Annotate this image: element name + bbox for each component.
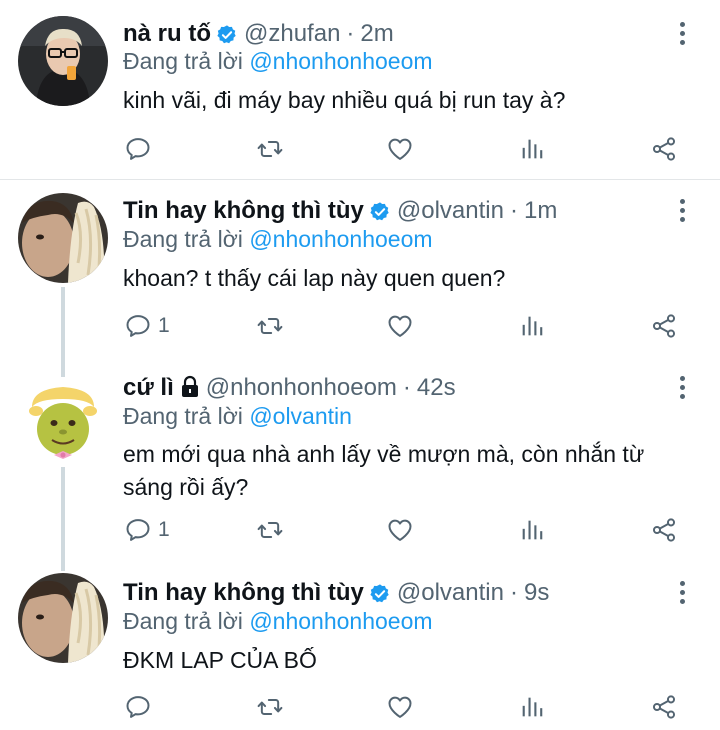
replying-to-label: Đang trả lời [123,403,243,429]
views-icon [518,693,546,721]
reply-button[interactable] [124,690,158,724]
views-icon [518,516,546,544]
views-icon [518,312,546,340]
action-bar [0,690,720,724]
timestamp[interactable]: 1m [524,197,557,225]
replying-to: Đang trả lời @nhonhonhoeom [123,48,433,75]
more-icon[interactable] [672,18,692,48]
reply-icon [124,135,152,163]
share-button[interactable] [650,309,678,343]
tweet-text: ĐKM LAP CỦA BỐ [123,647,317,673]
like-button[interactable] [386,513,414,547]
timestamp[interactable]: 42s [417,374,456,402]
reply-button[interactable]: 1 [124,513,170,547]
replying-to: Đang trả lời @nhonhonhoeom [123,608,433,635]
replying-to-mention[interactable]: @nhonhonhoeom [249,608,432,634]
share-icon [650,135,678,163]
avatar[interactable] [18,573,108,663]
tweet[interactable]: nà ru tố @zhufan · 2m Đang trả lời @nhon… [0,0,720,180]
verified-badge-icon [369,201,391,223]
handle[interactable]: @olvantin [397,579,504,607]
share-icon [650,312,678,340]
share-icon [650,516,678,544]
replying-to-mention[interactable]: @olvantin [249,403,352,429]
more-icon[interactable] [672,372,692,402]
tweet-header: cứ lì @nhonhonhoeom · 42s [123,370,456,406]
like-icon [386,693,414,721]
like-icon [386,516,414,544]
handle[interactable]: @olvantin [397,197,504,225]
views-button[interactable] [518,690,546,724]
timestamp[interactable]: 2m [360,20,393,48]
views-button[interactable] [518,513,546,547]
reply-icon [124,693,152,721]
verified-badge-icon [216,24,238,46]
replying-to: Đang trả lời @nhonhonhoeom [123,226,433,253]
action-bar [0,132,720,166]
reply-icon [124,516,152,544]
tweet-header: Tin hay không thì tùy @olvantin · 9s [123,575,549,611]
views-icon [518,135,546,163]
reply-icon [124,312,152,340]
retweet-button[interactable] [256,132,284,166]
replying-to-label: Đang trả lời [123,608,243,634]
views-button[interactable] [518,309,546,343]
like-button[interactable] [386,132,414,166]
tweet-text: kinh vãi, đi máy bay nhiều quá bị run ta… [123,87,566,113]
display-name[interactable]: cứ lì [123,374,174,402]
retweet-icon [256,135,284,163]
display-name[interactable]: Tin hay không thì tùy [123,197,364,225]
replying-to-label: Đang trả lời [123,48,243,74]
replying-to: Đang trả lời @olvantin [123,403,352,430]
retweet-icon [256,693,284,721]
like-button[interactable] [386,309,414,343]
avatar[interactable] [18,377,108,467]
retweet-icon [256,312,284,340]
like-button[interactable] [386,690,414,724]
handle[interactable]: @nhonhonhoeom [206,374,397,402]
display-name[interactable]: Tin hay không thì tùy [123,579,364,607]
timestamp[interactable]: 9s [524,579,549,607]
avatar[interactable] [18,193,108,283]
tweet-header: nà ru tố @zhufan · 2m [123,16,394,52]
verified-badge-icon [369,583,391,605]
avatar[interactable] [18,16,108,106]
tweet[interactable]: Tin hay không thì tùy @olvantin · 1m Đan… [0,180,720,360]
retweet-icon [256,516,284,544]
replying-to-mention[interactable]: @nhonhonhoeom [249,48,432,74]
retweet-button[interactable] [256,309,284,343]
share-icon [650,693,678,721]
share-button[interactable] [650,132,678,166]
retweet-button[interactable] [256,513,284,547]
replying-to-label: Đang trả lời [123,226,243,252]
more-icon[interactable] [672,577,692,607]
more-icon[interactable] [672,195,692,225]
separator: · [402,374,411,401]
separator: · [509,579,518,606]
tweet[interactable]: Tin hay không thì tùy @olvantin · 9s Đan… [0,560,720,730]
tweet-text: khoan? t thấy cái lap này quen quen? [123,265,506,291]
tweet-text: em mới qua nhà anh lấy về mượn mà, còn n… [123,441,645,500]
reply-count: 1 [158,518,170,541]
tweet-header: Tin hay không thì tùy @olvantin · 1m [123,193,557,229]
views-button[interactable] [518,132,546,166]
display-name[interactable]: nà ru tố [123,20,211,48]
separator: · [509,197,518,224]
retweet-button[interactable] [256,690,284,724]
share-button[interactable] [650,690,678,724]
tweet[interactable]: cứ lì @nhonhonhoeom · 42s Đang trả lời @… [0,360,720,560]
lock-icon [180,375,200,399]
handle[interactable]: @zhufan [244,20,340,48]
like-icon [386,312,414,340]
reply-button[interactable] [124,132,158,166]
reply-button[interactable]: 1 [124,309,170,343]
reply-count: 1 [158,314,170,337]
share-button[interactable] [650,513,678,547]
separator: · [346,20,355,47]
action-bar: 1 [0,513,720,547]
action-bar: 1 [0,309,720,343]
like-icon [386,135,414,163]
replying-to-mention[interactable]: @nhonhonhoeom [249,226,432,252]
